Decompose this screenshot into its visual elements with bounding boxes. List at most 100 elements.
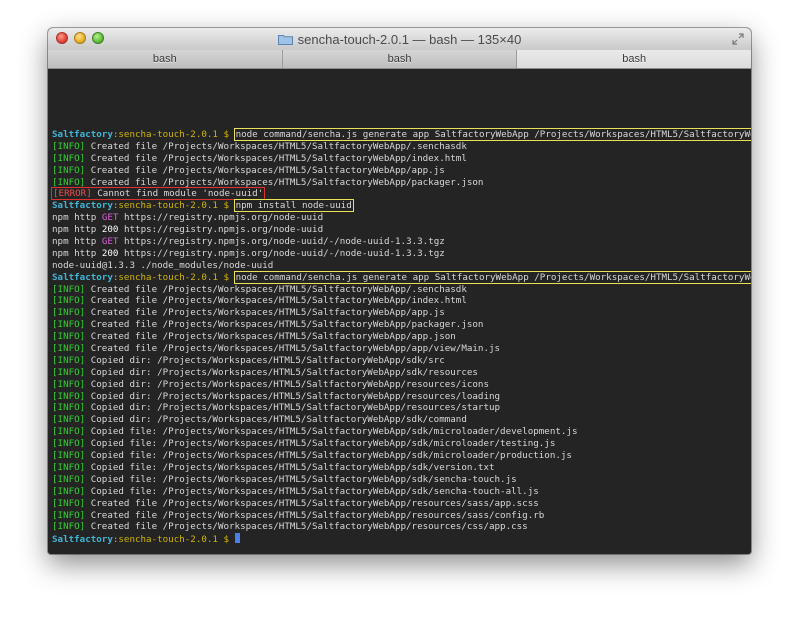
- terminal-line: [INFO] Copied dir: /Projects/Workspaces/…: [52, 355, 751, 367]
- error-message: [ERROR] Cannot find module 'node-uuid': [50, 187, 266, 201]
- info-tag: [INFO]: [52, 319, 86, 331]
- prompt-host: Saltfactory: [52, 534, 113, 546]
- npm-http: http: [74, 212, 97, 224]
- terminal-line: [INFO] Copied dir: /Projects/Workspaces/…: [52, 379, 751, 391]
- http-status: GET: [101, 236, 119, 248]
- terminal-line: [ERROR] Cannot find module 'node-uuid': [50, 187, 751, 201]
- info-tag: [INFO]: [52, 402, 86, 414]
- npm-prefix: npm: [52, 247, 75, 259]
- tab-bar: bash bash bash: [48, 50, 751, 69]
- prompt-host: Saltfactory: [52, 271, 113, 283]
- terminal-line: [INFO] Copied file: /Projects/Workspaces…: [52, 426, 751, 438]
- log-text: Copied file: /Projects/Workspaces/HTML5/…: [85, 426, 578, 438]
- log-text: Copied file: /Projects/Workspaces/HTML5/…: [85, 461, 495, 473]
- info-tag: [INFO]: [52, 497, 86, 509]
- npm-url: https://registry.npmjs.org/node-uuid/-/n…: [118, 236, 445, 248]
- http-status: 200: [101, 247, 119, 259]
- folder-icon: [277, 34, 293, 45]
- log-text: Copied dir: /Projects/Workspaces/HTML5/S…: [85, 378, 489, 390]
- terminal-line: [INFO] Created file /Projects/Workspaces…: [52, 510, 751, 522]
- terminal-line: npm http GET https://registry.npmjs.org/…: [52, 236, 751, 248]
- command-text: node command/sencha.js generate app Salt…: [233, 270, 751, 284]
- log-text: Created file /Projects/Workspaces/HTML5/…: [85, 164, 445, 176]
- log-text: Created file /Projects/Workspaces/HTML5/…: [85, 521, 528, 533]
- log-text: Copied file: /Projects/Workspaces/HTML5/…: [85, 450, 572, 462]
- info-tag: [INFO]: [52, 509, 86, 521]
- prompt-host: Saltfactory: [52, 129, 113, 140]
- log-text: Created file /Projects/Workspaces/HTML5/…: [85, 140, 467, 152]
- info-tag: [INFO]: [52, 343, 86, 355]
- terminal-line: [INFO] Created file /Projects/Workspaces…: [52, 319, 751, 331]
- info-tag: [INFO]: [52, 283, 86, 295]
- info-tag: [INFO]: [52, 140, 86, 152]
- log-text: Created file /Projects/Workspaces/HTML5/…: [85, 497, 539, 509]
- info-tag: [INFO]: [52, 473, 86, 485]
- terminal-line: [INFO] Copied dir: /Projects/Workspaces/…: [52, 402, 751, 414]
- prompt-dir: :sencha-touch-2.0.1 $: [112, 271, 235, 283]
- text-cursor: [234, 533, 240, 544]
- log-text: Created file /Projects/Workspaces/HTML5/…: [85, 509, 545, 521]
- info-tag: [INFO]: [52, 307, 86, 319]
- terminal-line: Saltfactory:sencha-touch-2.0.1 $: [52, 533, 751, 545]
- error-text: Cannot find module 'node-uuid': [91, 188, 264, 200]
- terminal-line: node-uuid@1.3.3 ./node_modules/node-uuid: [52, 260, 751, 272]
- terminal-line: [INFO] Created file /Projects/Workspaces…: [52, 177, 751, 189]
- info-tag: [INFO]: [52, 450, 86, 462]
- log-text: Created file /Projects/Workspaces/HTML5/…: [85, 283, 467, 295]
- info-tag: [INFO]: [52, 438, 86, 450]
- info-tag: [INFO]: [52, 164, 86, 176]
- npm-http: http: [74, 224, 97, 236]
- terminal-line: [INFO] Created file /Projects/Workspaces…: [52, 295, 751, 307]
- error-tag: [ERROR]: [53, 188, 92, 200]
- info-tag: [INFO]: [52, 366, 86, 378]
- plain-text: node-uuid@1.3.3 ./node_modules/node-uuid: [52, 259, 274, 271]
- terminal-line: [INFO] Copied file: /Projects/Workspaces…: [52, 438, 751, 450]
- terminal-line: [INFO] Created file /Projects/Workspaces…: [52, 153, 751, 165]
- info-tag: [INFO]: [52, 485, 86, 497]
- terminal-line: [INFO] Created file /Projects/Workspaces…: [52, 521, 751, 533]
- terminal-line: Saltfactory:sencha-touch-2.0.1 $ npm ins…: [52, 199, 751, 213]
- tab-bash-1[interactable]: bash: [48, 50, 283, 68]
- info-tag: [INFO]: [52, 378, 86, 390]
- terminal-line: [INFO] Created file /Projects/Workspaces…: [52, 343, 751, 355]
- terminal-line: npm http GET https://registry.npmjs.org/…: [52, 212, 751, 224]
- http-status: 200: [101, 224, 119, 236]
- log-text: Created file /Projects/Workspaces/HTML5/…: [85, 295, 467, 307]
- log-text: Copied dir: /Projects/Workspaces/HTML5/S…: [85, 402, 501, 414]
- info-tag: [INFO]: [52, 426, 86, 438]
- info-tag: [INFO]: [52, 331, 86, 343]
- info-tag: [INFO]: [52, 295, 86, 307]
- title-bar[interactable]: sencha-touch-2.0.1 — bash — 135×40: [48, 28, 751, 51]
- info-tag: [INFO]: [52, 152, 86, 164]
- log-text: Created file /Projects/Workspaces/HTML5/…: [85, 152, 467, 164]
- log-text: Created file /Projects/Workspaces/HTML5/…: [85, 331, 456, 343]
- log-text: Copied file: /Projects/Workspaces/HTML5/…: [85, 473, 517, 485]
- prompt-dir: :sencha-touch-2.0.1 $: [112, 129, 235, 140]
- terminal-line: [INFO] Copied dir: /Projects/Workspaces/…: [52, 367, 751, 379]
- info-tag: [INFO]: [52, 414, 86, 426]
- terminal-line: [INFO] Created file /Projects/Workspaces…: [52, 284, 751, 296]
- terminal-line: [INFO] Copied file: /Projects/Workspaces…: [52, 486, 751, 498]
- npm-url: https://registry.npmjs.org/node-uuid/-/n…: [118, 247, 445, 259]
- terminal-line: npm http 200 https://registry.npmjs.org/…: [52, 248, 751, 260]
- terminal-line: [INFO] Created file /Projects/Workspaces…: [52, 141, 751, 153]
- log-text: Copied dir: /Projects/Workspaces/HTML5/S…: [85, 414, 467, 426]
- http-status: GET: [101, 212, 119, 224]
- npm-prefix: npm: [52, 212, 75, 224]
- log-text: Created file /Projects/Workspaces/HTML5/…: [85, 176, 484, 188]
- terminal-line: [INFO] Copied file: /Projects/Workspaces…: [52, 474, 751, 486]
- terminal-line: [INFO] Created file /Projects/Workspaces…: [52, 307, 751, 319]
- info-tag: [INFO]: [52, 521, 86, 533]
- info-tag: [INFO]: [52, 461, 86, 473]
- terminal-line: [INFO] Copied dir: /Projects/Workspaces/…: [52, 391, 751, 403]
- terminal-line: npm http 200 https://registry.npmjs.org/…: [52, 224, 751, 236]
- terminal-line: [INFO] Copied file: /Projects/Workspaces…: [52, 462, 751, 474]
- fullscreen-icon[interactable]: [732, 33, 744, 45]
- info-tag: [INFO]: [52, 354, 86, 366]
- terminal-line: [INFO] Created file /Projects/Workspaces…: [52, 165, 751, 177]
- terminal-output[interactable]: Saltfactory:sencha-touch-2.0.1 $ node co…: [48, 69, 751, 554]
- tab-bash-2[interactable]: bash: [283, 50, 518, 68]
- tab-bash-3[interactable]: bash: [517, 50, 751, 68]
- command-text: npm install node-uuid: [233, 199, 354, 213]
- npm-prefix: npm: [52, 224, 75, 236]
